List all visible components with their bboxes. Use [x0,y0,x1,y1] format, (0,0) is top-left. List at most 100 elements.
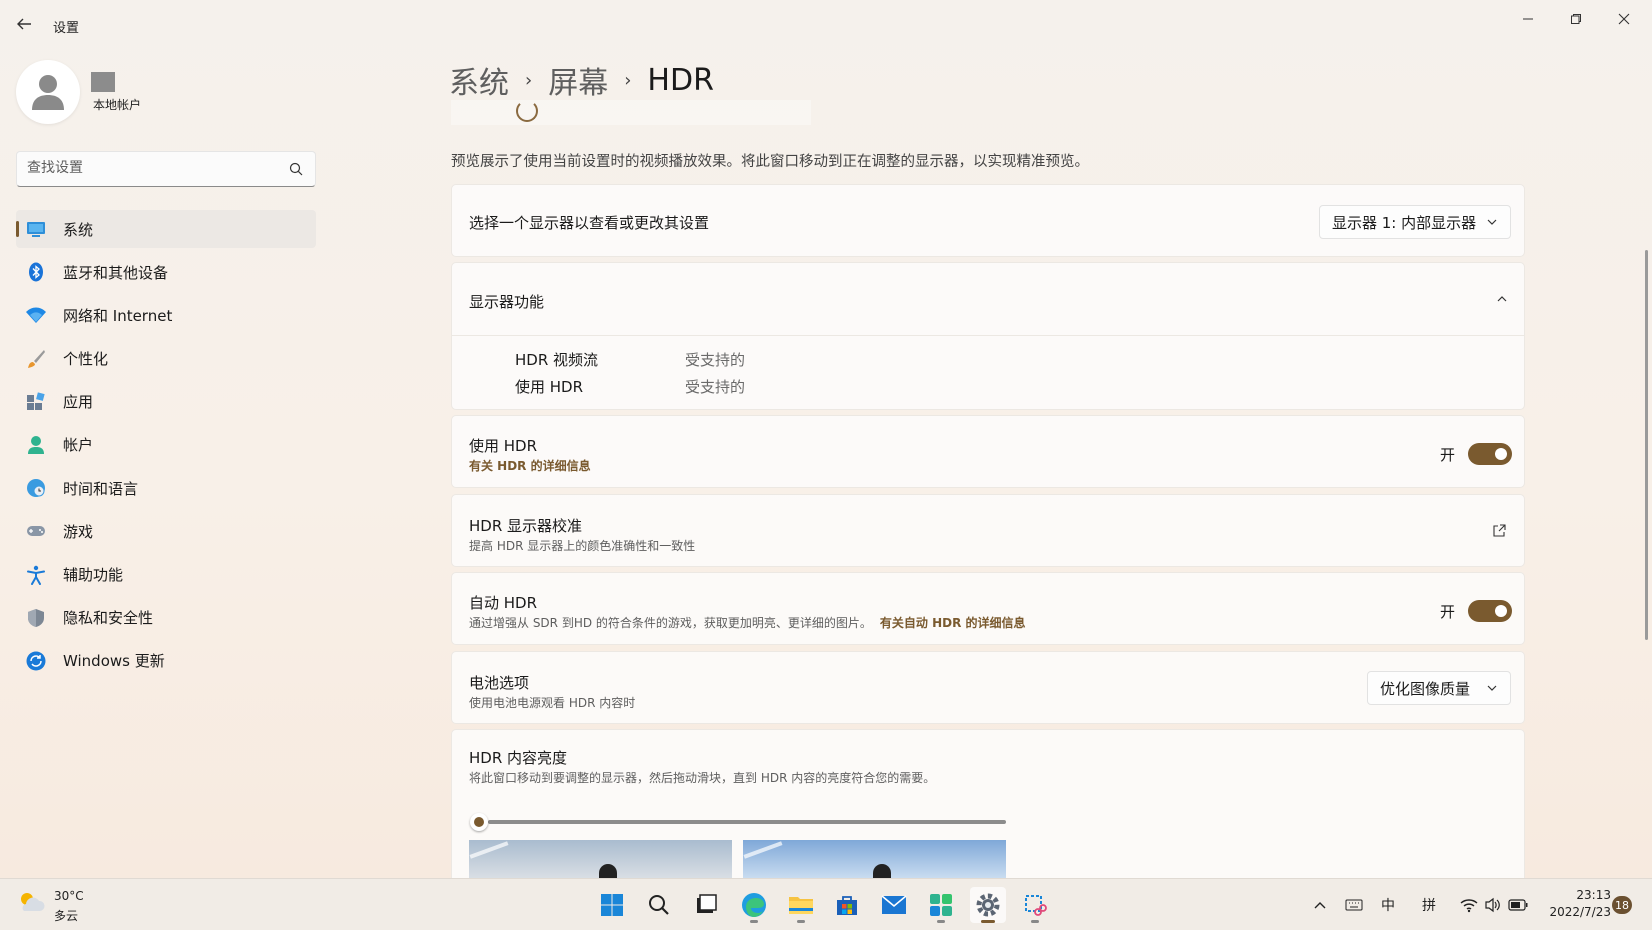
store-icon [837,896,857,915]
sidebar-item-accounts[interactable]: 帐户 [16,426,316,464]
taskbar-widgets[interactable] [923,887,959,923]
volume-icon[interactable] [1484,897,1502,913]
taskbar-snipping-tool[interactable] [1017,887,1053,923]
clock-time: 23:13 [1576,888,1611,902]
hdr-info-link[interactable]: 有关 HDR 的详细信息 [469,457,591,474]
sdr-preview-image [469,840,732,878]
brightness-slider-track[interactable] [488,820,1006,824]
battery-dropdown-value: 优化图像质量 [1380,679,1471,698]
restore-button[interactable] [1553,6,1599,32]
search-input[interactable] [27,160,277,176]
search-icon [649,895,669,915]
capability-value: 受支持的 [685,378,746,396]
calibration-title: HDR 显示器校准 [469,517,583,535]
taskbar-task-view[interactable] [688,887,724,923]
ime-mode-chinese[interactable]: 中 [1381,895,1395,915]
taskbar-file-explorer[interactable] [783,887,819,923]
running-indicator [797,920,805,923]
sidebar-item-windows-update[interactable]: Windows 更新 [16,642,316,680]
sidebar-item-label: 隐私和安全性 [63,609,154,628]
settings-window: 设置 本地帐户 系统 蓝牙和其他设备 [0,0,1652,878]
use-hdr-toggle[interactable] [1468,443,1512,465]
auto-hdr-title: 自动 HDR [469,594,538,612]
edge-icon [742,893,766,917]
sidebar-item-bluetooth[interactable]: 蓝牙和其他设备 [16,253,316,291]
windows-start-icon [601,894,623,916]
avatar [16,60,80,124]
chevron-down-icon [1487,219,1497,225]
breadcrumb: 系统 › 屏幕 › HDR [449,58,714,102]
taskbar-start[interactable] [594,887,630,923]
auto-hdr-toggle[interactable] [1468,600,1512,622]
auto-hdr-info-link[interactable]: 有关自动 HDR 的详细信息 [880,616,1026,630]
battery-options-title: 电池选项 [469,674,530,692]
sidebar-item-accessibility[interactable]: 辅助功能 [16,556,316,594]
chevron-up-icon [1497,296,1507,302]
search-icon[interactable] [289,162,303,176]
use-hdr-title: 使用 HDR [469,437,538,455]
taskbar-store[interactable] [829,887,865,923]
sidebar-item-label: 帐户 [63,436,94,455]
taskbar-edge[interactable] [736,887,772,923]
sidebar-item-network[interactable]: 网络和 Internet [16,296,316,334]
wifi-icon [26,307,46,324]
preview-area-top [451,100,811,125]
display-dropdown[interactable]: 显示器 1: 内部显示器 [1319,205,1511,239]
arrow-left-icon [17,18,31,30]
back-button[interactable] [14,14,36,36]
user-icon [32,75,64,110]
update-icon [26,651,46,671]
external-link-icon [1493,524,1506,537]
battery-dropdown[interactable]: 优化图像质量 [1367,671,1511,705]
preview-description: 预览展示了使用当前设置时的视频播放效果。将此窗口移动到正在调整的显示器，以实现精… [451,154,1089,170]
sidebar-item-label: 蓝牙和其他设备 [63,263,169,282]
breadcrumb-system[interactable]: 系统 [449,58,509,102]
taskbar-settings[interactable] [970,887,1006,923]
clock[interactable]: 23:13 2022/7/23 [1543,887,1611,921]
account-icon [28,435,44,454]
ime-pinyin[interactable]: 拼 [1422,895,1436,915]
scrollbar[interactable] [1645,250,1648,640]
sidebar-item-label: 游戏 [63,522,94,541]
wifi-icon[interactable] [1460,897,1478,913]
search-box[interactable] [16,151,316,187]
sidebar-item-label: 系统 [63,220,94,239]
taskbar-mail[interactable] [876,887,912,923]
auto-hdr-state: 开 [1440,603,1456,621]
sidebar-item-label: 时间和语言 [63,479,139,498]
battery-icon[interactable] [1508,898,1528,912]
sidebar-item-privacy[interactable]: 隐私和安全性 [16,599,316,637]
keyboard-icon[interactable] [1345,897,1363,913]
close-button[interactable] [1601,6,1647,32]
restore-icon [1571,14,1581,24]
page-title: HDR [647,62,714,98]
partly-cloudy-icon [21,893,45,911]
weather-widget[interactable]: 30°C 多云 [16,887,84,923]
sidebar-item-personalization[interactable]: 个性化 [16,340,316,378]
taskbar: 30°C 多云 中 拼 23:13 2022/7/23 18 [0,878,1652,930]
calibration-description: 提高 HDR 显示器上的颜色准确性和一致性 [469,539,696,553]
taskbar-search[interactable] [641,887,677,923]
capabilities-header[interactable]: 显示器功能 [452,263,1524,336]
auto-hdr-card: 自动 HDR 通过增强从 SDR 到HD 的符合条件的游戏，获取更加明亮、更详细… [451,572,1525,645]
brightness-description: 将此窗口移动到要调整的显示器，然后拖动滑块，直到 HDR 内容的亮度符合您的需要… [469,771,936,785]
sidebar-item-label: 网络和 Internet [63,306,173,325]
settings-icon [976,893,1000,917]
notification-badge[interactable]: 18 [1612,896,1632,914]
minimize-icon [1523,18,1533,20]
sidebar-item-apps[interactable]: 应用 [16,383,316,421]
battery-options-card: 电池选项 使用电池电源观看 HDR 内容时 优化图像质量 [451,651,1525,724]
brightness-slider-thumb[interactable] [470,813,488,831]
chevron-up-icon[interactable] [1313,899,1327,911]
breadcrumb-display[interactable]: 屏幕 [548,58,608,102]
sidebar-item-system[interactable]: 系统 [16,210,316,248]
running-indicator [1031,920,1039,923]
minimize-button[interactable] [1505,6,1551,32]
sidebar-item-gaming[interactable]: 游戏 [16,512,316,550]
mail-icon [881,895,907,914]
capability-name: 使用 HDR [515,378,584,396]
accessibility-icon [27,565,45,585]
sidebar-item-time-language[interactable]: 时间和语言 [16,469,316,507]
user-profile[interactable]: 本地帐户 [16,60,316,124]
hdr-calibration-card[interactable]: HDR 显示器校准 提高 HDR 显示器上的颜色准确性和一致性 [451,494,1525,567]
